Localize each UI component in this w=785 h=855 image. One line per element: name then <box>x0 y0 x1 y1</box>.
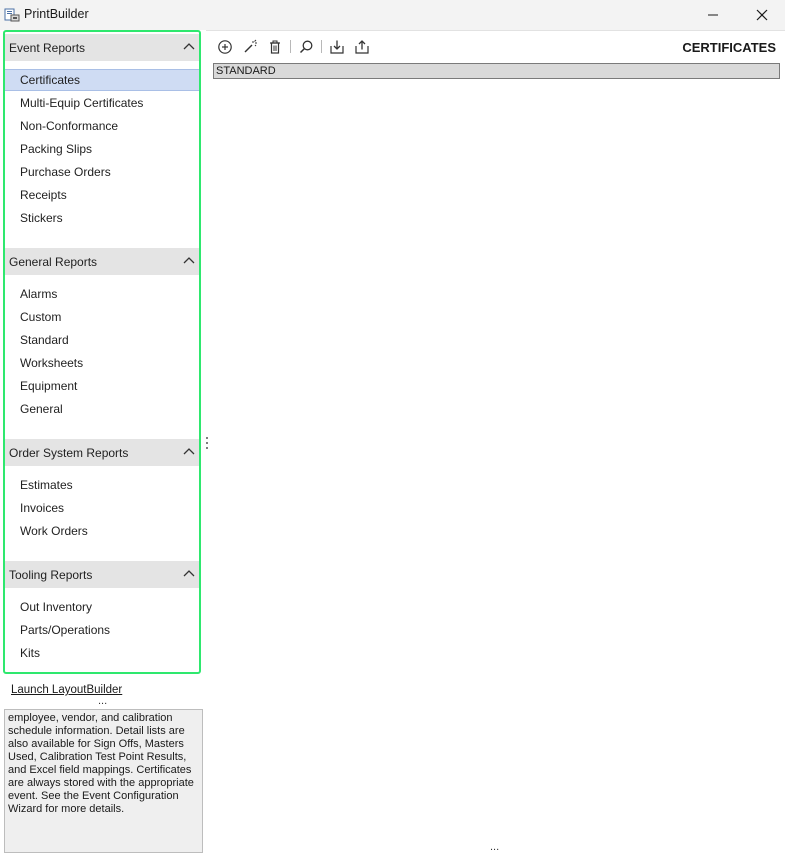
report-list-row[interactable]: STANDARD <box>213 63 780 79</box>
edit-report-button[interactable] <box>241 38 259 56</box>
report-description-box: employee, vendor, and calibration schedu… <box>4 709 203 853</box>
add-report-button[interactable] <box>216 38 234 56</box>
add-icon <box>218 40 232 54</box>
minimize-button[interactable] <box>690 0 736 30</box>
vertical-splitter-grip-icon[interactable] <box>205 436 209 450</box>
find-report-button[interactable] <box>297 38 315 56</box>
panel-splitter-handle[interactable]: ... <box>98 695 107 707</box>
window-title: PrintBuilder <box>24 7 89 21</box>
page-title: CERTIFICATES <box>682 40 776 55</box>
toolbar-separator <box>290 40 291 53</box>
export-icon <box>355 40 369 54</box>
navigator-highlight-frame <box>3 30 201 674</box>
export-report-button[interactable] <box>353 38 371 56</box>
app-logo-icon <box>4 8 20 22</box>
wand-icon <box>244 39 257 53</box>
delete-report-button[interactable] <box>266 38 284 56</box>
trash-icon <box>270 40 280 54</box>
search-icon <box>299 40 313 54</box>
import-icon <box>330 40 344 54</box>
import-report-button[interactable] <box>328 38 346 56</box>
minimize-icon <box>708 14 718 16</box>
report-list-row-label: STANDARD <box>216 65 276 77</box>
toolbar-separator <box>321 40 322 53</box>
close-icon <box>756 9 768 21</box>
close-button[interactable] <box>739 0 785 30</box>
bottom-splitter-handle[interactable]: ... <box>490 841 499 853</box>
title-bar: PrintBuilder <box>0 0 785 31</box>
